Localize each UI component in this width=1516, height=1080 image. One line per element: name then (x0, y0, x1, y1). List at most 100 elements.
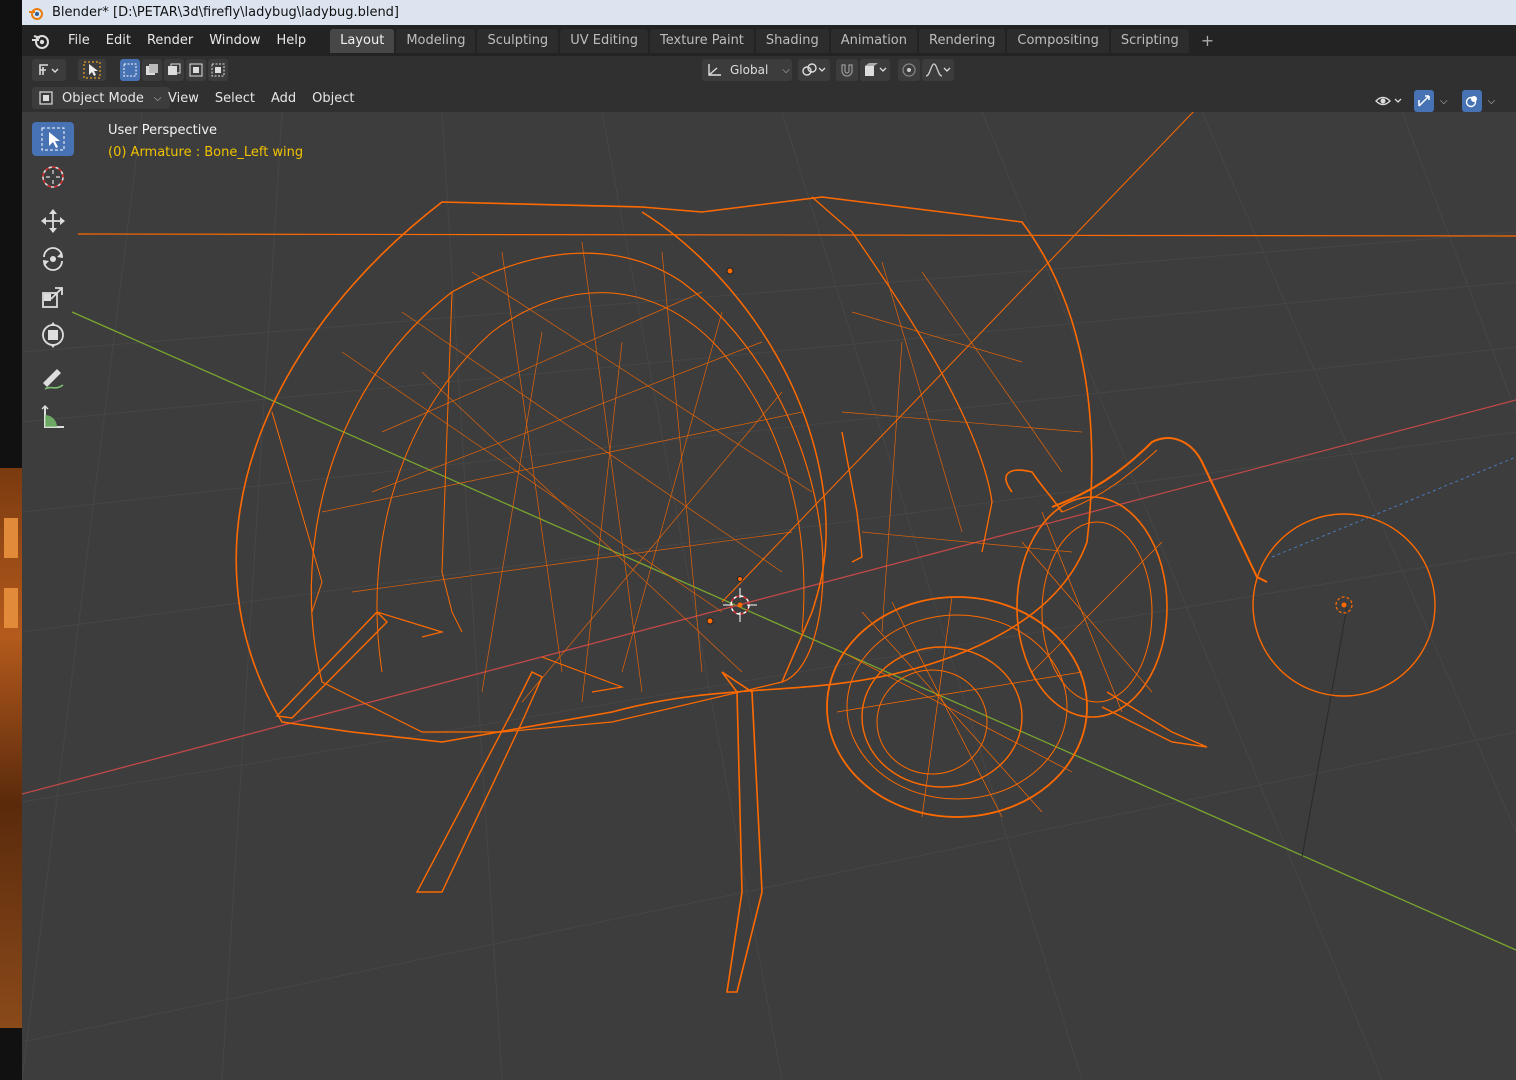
desktop-photo (0, 468, 22, 1028)
blender-menu-icon[interactable] (30, 31, 50, 51)
tool-cursor[interactable] (32, 160, 74, 194)
object-mode-label: Object Mode (62, 90, 144, 106)
transform-orientation-dropdown[interactable]: Global ⌵ (702, 59, 792, 81)
rotate-icon (43, 247, 63, 271)
tool-scale[interactable] (32, 280, 74, 314)
annotate-icon (43, 369, 64, 390)
empty-guide-line (1301, 606, 1348, 858)
gizmo-chevron-down-icon[interactable]: ⌵ (1440, 96, 1448, 107)
camera-guide-line (1271, 456, 1516, 558)
select-mode-extend-button[interactable] (142, 59, 162, 81)
empty-origin-point (1341, 602, 1347, 608)
wire-horizon-line (77, 233, 1516, 237)
tab-modeling[interactable]: Modeling (396, 28, 476, 53)
tool-move[interactable] (32, 204, 74, 238)
tab-animation[interactable]: Animation (830, 28, 917, 53)
tab-sculpting[interactable]: Sculpting (477, 28, 559, 53)
menu-edit[interactable]: Edit (98, 33, 139, 48)
chevron-down-icon: ⌵ (782, 64, 790, 76)
viewport-menu-add[interactable]: Add (263, 91, 304, 106)
editor-type-icon (39, 64, 59, 75)
add-workspace-icon[interactable]: + (1191, 29, 1224, 53)
measure-icon (41, 405, 64, 428)
proportional-circle-icon (902, 63, 916, 77)
tab-compositing[interactable]: Compositing (1007, 28, 1109, 53)
select-box-icon (41, 127, 65, 151)
vertex-point (726, 267, 734, 275)
select-cursor-icon (83, 61, 101, 79)
viewport-perspective-label: User Perspective (108, 123, 218, 138)
select-intersect-icon (211, 63, 225, 77)
proportional-edit-button[interactable] (898, 59, 920, 81)
tab-layout[interactable]: Layout (330, 28, 395, 53)
snap-magnet-icon (841, 64, 853, 77)
x-axis-line (22, 399, 1516, 795)
tab-rendering[interactable]: Rendering (919, 28, 1006, 53)
pivot-point-dropdown[interactable] (798, 59, 830, 81)
orientation-axes-icon (708, 64, 721, 76)
visibility-dropdown[interactable] (1372, 90, 1406, 112)
tool-measure[interactable] (32, 400, 74, 434)
vertex-point (737, 576, 743, 582)
gizmo-icon (1418, 95, 1430, 107)
tab-scripting[interactable]: Scripting (1110, 28, 1189, 53)
desktop-photo-detail (4, 518, 18, 558)
menu-file[interactable]: File (60, 33, 98, 48)
desktop-background (0, 0, 22, 1080)
menu-render[interactable]: Render (139, 33, 201, 48)
tool-settings-header: Global ⌵ (22, 56, 1516, 84)
tool-select-box[interactable] (32, 122, 74, 156)
desktop-photo-detail (4, 588, 18, 628)
overlay-icon (1465, 96, 1477, 108)
viewport-toolbar (32, 122, 76, 438)
select-mode-intersect-button[interactable] (208, 59, 228, 81)
menu-help[interactable]: Help (269, 33, 315, 48)
viewport-menu-object[interactable]: Object (304, 91, 362, 106)
viewport-menu-view[interactable]: View (160, 91, 207, 106)
ladybug-wireframe (235, 196, 1268, 993)
workspace-tabs: Layout Modeling Sculpting UV Editing Tex… (330, 28, 1226, 53)
top-menubar: File Edit Render Window Help Layout Mode… (22, 25, 1516, 56)
select-subtract-icon (168, 63, 181, 75)
menu-window[interactable]: Window (201, 33, 268, 48)
y-axis-line (71, 311, 1516, 951)
active-object-label: (0) Armature : Bone_Left wing (108, 145, 304, 160)
scale-icon (42, 287, 63, 308)
gizmo-toggle-button[interactable] (1414, 90, 1434, 112)
select-mode-subtract-button[interactable] (164, 59, 184, 81)
tab-shading[interactable]: Shading (755, 28, 829, 53)
tab-texture-paint[interactable]: Texture Paint (650, 28, 754, 53)
select-invert-icon (189, 63, 203, 77)
tool-rotate[interactable] (32, 242, 74, 276)
tool-transform[interactable] (32, 318, 74, 352)
viewport-header: Object Mode ⌵ View Select Add Object ⌵ ⌵ (22, 84, 1516, 112)
object-mode-dropdown[interactable]: Object Mode ⌵ (32, 87, 170, 109)
editor-type-button[interactable] (32, 59, 66, 81)
viewport-menu-select[interactable]: Select (207, 91, 263, 106)
pivot-link-icon (802, 63, 826, 76)
falloff-curve-icon (925, 63, 951, 77)
select-tool-button[interactable] (78, 59, 106, 81)
blender-logo-icon (29, 7, 43, 20)
transform-icon (42, 322, 64, 348)
cursor-icon (42, 166, 64, 188)
3d-viewport[interactable]: User Perspective (0) Armature : Bone_Lef… (22, 112, 1516, 1080)
transform-orientation-value: Global (730, 63, 769, 77)
select-mode-invert-button[interactable] (186, 59, 206, 81)
window-titlebar: Blender* [D:\PETAR\3d\firefly\ladybug\la… (22, 0, 1516, 25)
tab-uv-editing[interactable]: UV Editing (560, 28, 649, 53)
overlay-chevron-down-icon[interactable]: ⌵ (1488, 96, 1496, 107)
snap-target-dropdown[interactable] (860, 59, 890, 81)
proportional-falloff-dropdown[interactable] (922, 59, 954, 81)
snap-toggle-button[interactable] (836, 59, 858, 81)
move-icon (41, 209, 65, 233)
3d-cursor-icon[interactable] (723, 588, 757, 622)
tool-annotate[interactable] (32, 362, 74, 396)
select-mode-new-button[interactable] (120, 59, 140, 81)
floor-grid (22, 112, 1516, 1080)
select-new-icon (123, 63, 137, 77)
overlay-toggle-button[interactable] (1461, 90, 1482, 112)
viewport-scene (22, 112, 1516, 1080)
vertex-point (706, 617, 714, 625)
eye-icon (1375, 96, 1402, 106)
